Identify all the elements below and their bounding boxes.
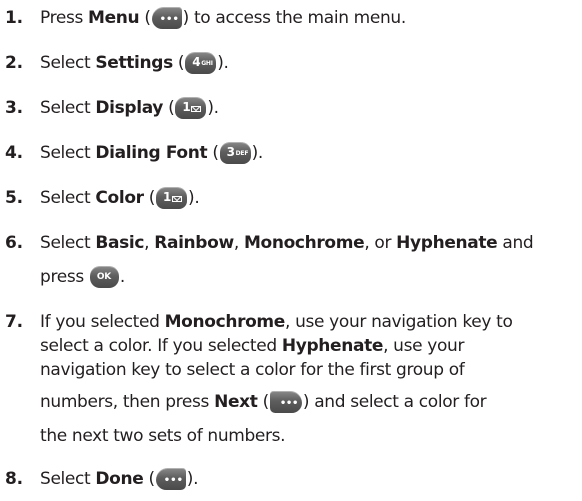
number-1-key-icon: 1 — [156, 187, 188, 209]
text: ) to access the main menu. — [182, 8, 407, 28]
step-number: 4. — [5, 143, 23, 163]
done-soft-key-icon: ••• — [155, 468, 186, 490]
settings-label: Settings — [95, 53, 173, 73]
rainbow-label: Rainbow — [154, 233, 234, 253]
step-text: Select Color (1). — [40, 187, 200, 209]
ok-key-icon: OK — [89, 266, 119, 288]
next-label: Next — [214, 392, 258, 412]
basic-label: Basic — [95, 233, 145, 253]
step-number: 8. — [5, 469, 23, 489]
step-number: 3. — [5, 98, 23, 118]
color-label: Color — [95, 188, 144, 208]
done-label: Done — [95, 469, 144, 489]
hyphenate-label: Hyphenate — [396, 233, 498, 253]
step-number: 2. — [5, 53, 23, 73]
display-label: Display — [95, 98, 164, 118]
step-text: Press Menu (•••) to access the main menu… — [40, 5, 580, 31]
step-text: Select Settings (4 GHI). — [40, 52, 229, 74]
step-text: Select Display (1). — [40, 97, 219, 119]
mail-icon — [191, 106, 202, 112]
step-number: 7. — [5, 312, 23, 332]
step-number: 6. — [5, 233, 23, 253]
step-text: Select Basic, Rainbow, Monochrome, or Hy… — [40, 233, 534, 288]
dialing-font-label: Dialing Font — [95, 143, 208, 163]
number-3-key-icon: 3 DEF — [219, 142, 251, 164]
next-soft-key-icon: ••• — [269, 391, 302, 413]
mail-icon — [172, 196, 183, 202]
hyphenate-label: Hyphenate — [281, 336, 384, 356]
step-text: Select Dialing Font (3 DEF). — [40, 142, 263, 164]
step-number: 1. — [5, 8, 23, 28]
step-text: Select Done (•••). — [40, 468, 199, 490]
menu-soft-key-icon: ••• — [151, 7, 182, 29]
text: Press — [40, 8, 89, 28]
text: ( — [139, 8, 151, 28]
monochrome-label: Monochrome — [164, 312, 286, 332]
menu-label: Menu — [88, 8, 140, 28]
step-text: If you selected Monochrome, use your nav… — [40, 312, 513, 446]
step-number: 5. — [5, 188, 23, 208]
number-4-key-icon: 4 GHI — [185, 52, 217, 74]
number-1-key-icon: 1 — [175, 97, 207, 119]
monochrome-label: Monochrome — [243, 233, 365, 253]
